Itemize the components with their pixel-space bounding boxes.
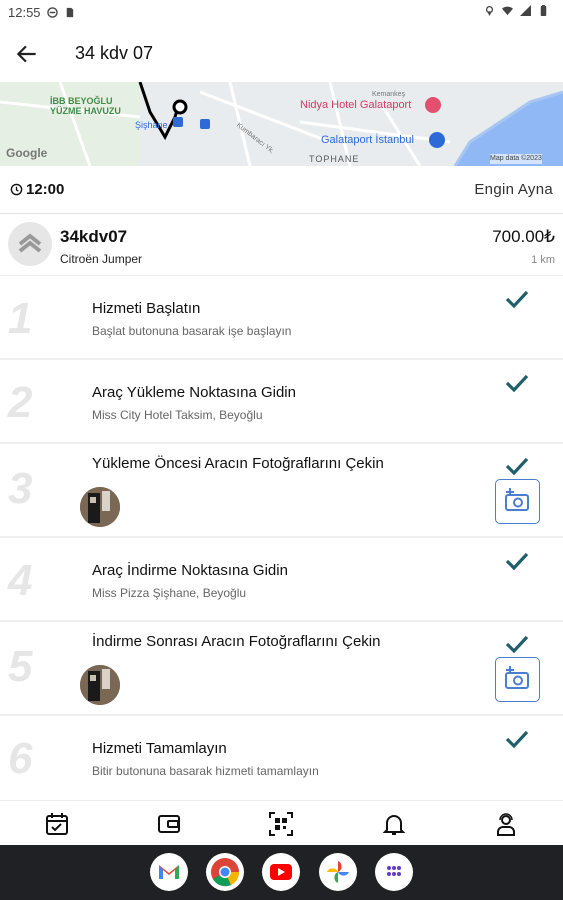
map-label-tophane: TOPHANE (309, 154, 360, 164)
add-camera-icon (505, 488, 529, 511)
vehicle-model: Citroën Jumper (60, 252, 143, 266)
job-distance: 1 km (531, 254, 555, 266)
map-label-hotel: Nidya Hotel Galataport (300, 99, 412, 111)
photos-icon[interactable] (319, 853, 357, 891)
map-label-galataport: Galataport İstanbul (321, 134, 414, 146)
qr-code-icon[interactable] (268, 811, 294, 837)
status-bar: 12:55 (0, 0, 563, 24)
step-list: 1 Hizmeti Başlatın Başlat butonuna basar… (0, 276, 563, 800)
check-icon (505, 730, 529, 749)
route-map[interactable]: İBB BEYOĞLU YÜZME HAVUZU Şişhane Kumbara… (0, 82, 563, 166)
check-icon (505, 290, 529, 309)
clock-icon (10, 183, 23, 196)
step-subtitle: Miss Pizza Şişhane, Beyoğlu (92, 586, 247, 600)
job-info-row: 12:00 Engin Ayna (0, 166, 563, 214)
step-row[interactable]: 3 Yükleme Öncesi Aracın Fotoğraflarını Ç… (0, 444, 563, 538)
step-row[interactable]: 4 Araç İndirme Noktasına Gidin Miss Pizz… (0, 538, 563, 622)
step-number: 2 (8, 378, 33, 427)
check-icon (505, 635, 529, 654)
step-title: Yükleme Öncesi Aracın Fotoğraflarını Çek… (92, 455, 384, 472)
map-label-ibb-line1: İBB BEYOĞLU (50, 96, 113, 106)
system-dock (0, 845, 563, 900)
step-subtitle: Başlat butonuna basarak işe başlayın (92, 324, 292, 338)
citroen-logo (8, 222, 52, 266)
page-title: 34 kdv 07 (75, 43, 154, 63)
app-drawer-icon[interactable] (375, 853, 413, 891)
vehicle-card: 34kdv07 Citroën Jumper 700.00₺ 1 km (0, 214, 563, 276)
google-logo: Google (6, 146, 48, 160)
step-title: Hizmeti Başlatın (92, 300, 201, 317)
map-label-ibb-line2: YÜZME HAVUZU (50, 106, 121, 116)
back-arrow-icon[interactable] (14, 41, 40, 67)
step-number: 6 (8, 734, 33, 783)
step-row[interactable]: 5 İndirme Sonrası Aracın Fotoğraflarını … (0, 622, 563, 716)
check-icon (505, 374, 529, 393)
step-title: Araç Yükleme Noktasına Gidin (92, 384, 296, 401)
sim-card-icon (66, 7, 73, 18)
status-time: 12:55 (8, 5, 41, 20)
step-number: 1 (8, 294, 33, 343)
photo-thumbnail[interactable] (80, 665, 120, 705)
step-number: 3 (8, 464, 33, 513)
job-time-value: 12:00 (26, 181, 65, 198)
support-agent-icon[interactable] (493, 811, 519, 837)
job-price: 700.00₺ (492, 227, 555, 246)
driver-name: Engin Ayna (474, 181, 553, 198)
step-subtitle: Bitir butonuna basarak hizmeti tamamlayı… (92, 764, 319, 778)
signal-icon (520, 5, 531, 16)
check-icon (505, 457, 529, 476)
chrome-icon[interactable] (206, 853, 244, 891)
step-title: Hizmeti Tamamlayın (92, 740, 227, 757)
calendar-check-icon[interactable] (44, 811, 70, 837)
step-row[interactable]: 6 Hizmeti Tamamlayın Bitir butonuna basa… (0, 716, 563, 800)
step-subtitle: Miss City Hotel Taksim, Beyoğlu (92, 408, 263, 422)
battery-icon (540, 5, 547, 16)
youtube-icon[interactable] (262, 853, 300, 891)
job-time: 12:00 (10, 181, 64, 198)
app-bar: 34 kdv 07 (0, 24, 563, 82)
step-number: 5 (8, 642, 33, 691)
step-number: 4 (8, 556, 33, 605)
step-title: İndirme Sonrası Aracın Fotoğraflarını Çe… (92, 633, 381, 650)
add-photo-button[interactable] (495, 479, 540, 524)
step-row[interactable]: 1 Hizmeti Başlatın Başlat butonuna basar… (0, 276, 563, 360)
dnd-icon (46, 7, 58, 18)
step-row[interactable]: 2 Araç Yükleme Noktasına Gidin Miss City… (0, 360, 563, 444)
map-background (0, 82, 563, 166)
vehicle-plate: 34kdv07 (60, 227, 128, 246)
check-icon (505, 552, 529, 571)
wifi-icon (502, 6, 513, 16)
gmail-icon[interactable] (150, 853, 188, 891)
bottom-navigation (0, 800, 563, 845)
wallet-icon[interactable] (156, 811, 182, 837)
photo-thumbnail[interactable] (80, 487, 120, 527)
add-photo-button[interactable] (495, 657, 540, 702)
bell-icon[interactable] (381, 811, 407, 837)
map-label-ibb: İBB BEYOĞLU YÜZME HAVUZU (50, 96, 121, 116)
add-camera-icon (505, 666, 529, 689)
map-label-sishane: Şişhane (135, 120, 168, 130)
step-title: Araç İndirme Noktasına Gidin (92, 562, 288, 579)
map-attribution: Map data ©2023 (490, 154, 542, 164)
location-icon (485, 6, 494, 16)
